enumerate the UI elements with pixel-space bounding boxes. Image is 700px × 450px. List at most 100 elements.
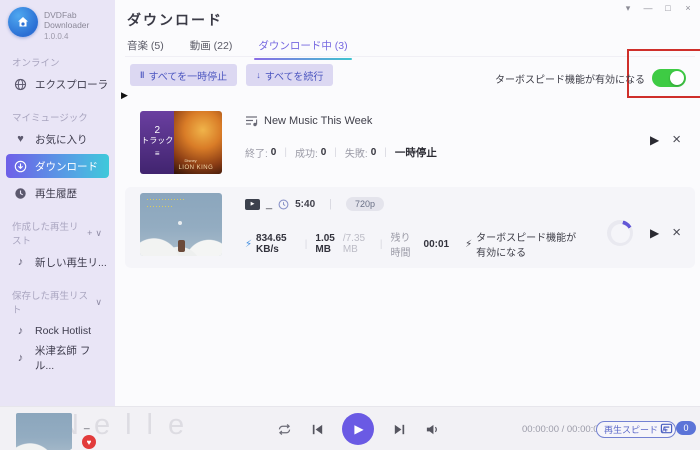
sidebar-item-explorer[interactable]: エクスプローラ — [6, 72, 109, 96]
stat-success: 成功:0 — [295, 145, 326, 160]
app-window: DVDFab Downloader 1.0.0.4 オンライン エクスプローラ … — [0, 0, 700, 450]
divider: | — [384, 147, 387, 158]
playlist-bars-icon: ≡ — [155, 149, 160, 159]
pause-all-button[interactable]: ‖ すべてを一時停止 — [130, 64, 237, 86]
sidebar-item-label: 新しい再生リ... — [35, 255, 107, 270]
music-note-icon: ♪ — [14, 325, 27, 338]
sidebar-item-download[interactable]: ダウンロード — [6, 154, 109, 178]
close-button[interactable]: × — [682, 3, 694, 14]
turbo-toggle-row: ターボスピード機能が有効になる — [495, 69, 686, 87]
video-thumbnail: ･･････････････････････ — [140, 193, 222, 256]
section-label: 保存した再生リスト — [12, 288, 95, 316]
size-downloaded: 1.05 MB — [315, 233, 342, 255]
speed-bolt-icon: ⚡ — [245, 239, 252, 250]
queue-count-badge: 0 — [676, 421, 696, 435]
section-label: 作成した再生リスト — [12, 219, 87, 247]
sidebar-item-label: 米津玄師 フル... — [35, 343, 109, 373]
sidebar-item-history[interactable]: 再生履歴 — [6, 181, 109, 205]
download-item-playlist[interactable]: 2 トラック ≡ Disney LION KING New Music This… — [125, 105, 695, 179]
heart-icon: ♥ — [14, 133, 27, 146]
play-button[interactable]: ▶ — [342, 413, 374, 445]
download-speed: 834.65 KB/s — [256, 233, 297, 255]
section-label: オンライン — [12, 55, 60, 69]
maximize-button[interactable]: □ — [662, 3, 674, 14]
divider: | — [329, 198, 332, 210]
progress-ring — [607, 220, 633, 246]
previous-track-icon[interactable] — [309, 421, 325, 437]
remove-item-icon[interactable]: × — [672, 134, 681, 146]
sidebar-item-kenshi-yonezu[interactable]: ♪ 米津玄師 フル... — [6, 346, 109, 370]
divider: | — [380, 239, 383, 250]
sidebar-item-new-playlist[interactable]: ♪ 新しい再生リ... — [6, 250, 109, 274]
remove-item-icon[interactable]: × — [672, 227, 681, 239]
thumbnail-moon — [178, 221, 182, 225]
remaining-label: 残り時間 — [390, 229, 419, 259]
video-duration: 5:40 — [295, 199, 315, 210]
item-actions: ▶ × — [650, 133, 681, 147]
chevron-down-icon[interactable]: ∨ — [95, 228, 105, 238]
resume-all-label: すべてを続行 — [265, 68, 324, 83]
sidebar-item-label: 再生履歴 — [35, 186, 77, 201]
item-actions: ▶ × — [607, 220, 681, 246]
app-name: DVDFab Downloader — [44, 10, 109, 30]
pause-all-label: すべてを一時停止 — [148, 68, 227, 83]
repeat-icon[interactable] — [276, 421, 292, 437]
sidebar-item-rock-hotlist[interactable]: ♪ Rock Hotlist — [6, 319, 109, 343]
music-note-icon: ♪ — [14, 256, 27, 269]
queue-icon — [660, 422, 673, 435]
expand-group-icon[interactable]: ▶ — [121, 90, 128, 101]
sidebar-item-label: ダウンロード — [35, 159, 98, 174]
minimize-button[interactable]: — — [642, 3, 654, 14]
tabs-divider — [125, 56, 695, 57]
download-arrow-icon: ↓ — [256, 70, 261, 80]
quality-badge: 720p — [346, 197, 384, 211]
playlist-title: New Music This Week — [264, 115, 372, 127]
now-playing-thumbnail[interactable] — [16, 413, 72, 450]
main-content: ▾ — □ × ダウンロード 音楽 (5) 動画 (22) ダウンロード中 (3… — [115, 0, 700, 406]
app-version: 1.0.0.4 — [44, 32, 109, 41]
sidebar-item-favorites[interactable]: ♥ お気に入り — [6, 127, 109, 151]
sidebar-section-mymusic: マイミュージック — [0, 110, 115, 124]
sidebar-item-label: エクスプローラ — [35, 77, 108, 92]
sidebar-item-label: Rock Hotlist — [35, 325, 91, 337]
playback-time: 00:00:00 / 00:00:00 — [522, 424, 604, 435]
art-brand: Disney — [184, 158, 196, 163]
download-item-video[interactable]: ･･････････････････････ ▶ _ 5:40 | 720p — [125, 187, 695, 268]
size-total: /7.35 MB — [343, 233, 372, 255]
window-controls: ▾ — □ × — [622, 3, 694, 14]
player-bar: Nelle _ ♥ ▶ 00:00:00 / 00:00:00 再生スピード ∧ — [0, 406, 700, 450]
status-paused: 一時停止 — [395, 145, 437, 160]
resume-all-button[interactable]: ↓ すべてを続行 — [246, 64, 333, 86]
sidebar-item-label: お気に入り — [35, 132, 88, 147]
chevron-down-icon[interactable]: ∨ — [95, 297, 105, 308]
clock-icon — [14, 187, 27, 200]
art-title: LION KING — [178, 165, 213, 171]
turbo-toggle-switch[interactable] — [652, 69, 686, 87]
turbo-bolt-icon: ⚡ — [465, 239, 472, 250]
favorite-icon[interactable]: ♥ — [82, 435, 96, 449]
thumbnail-clouds — [16, 443, 72, 450]
playlist-icon — [245, 115, 258, 127]
app-logo-icon — [8, 7, 38, 37]
resume-item-icon[interactable]: ▶ — [650, 226, 659, 240]
section-label: マイミュージック — [12, 110, 88, 124]
menu-icon[interactable]: ▾ — [622, 3, 634, 14]
playlist-thumbnail: 2 トラック ≡ Disney LION KING — [140, 111, 222, 174]
remaining-time: 00:01 — [424, 239, 450, 250]
duration-clock-icon — [278, 199, 289, 210]
download-icon — [14, 160, 27, 173]
page-title: ダウンロード — [127, 10, 223, 30]
volume-icon[interactable] — [424, 421, 440, 437]
speed-label: 再生スピード — [604, 423, 658, 436]
add-playlist-and-collapse[interactable]: +∨ — [87, 228, 105, 239]
download-toolbar: ‖ すべてを一時停止 ↓ すべてを続行 — [130, 64, 333, 86]
now-playing-title: _ — [84, 419, 90, 430]
resume-item-icon[interactable]: ▶ — [650, 133, 659, 147]
thumbnail-art: Disney LION KING — [174, 111, 222, 174]
divider: | — [305, 239, 308, 250]
divider: | — [334, 147, 337, 158]
toggle-knob — [670, 71, 684, 85]
play-queue-button[interactable]: 0 — [660, 421, 696, 435]
video-title: _ — [266, 198, 272, 210]
next-track-icon[interactable] — [391, 421, 407, 437]
